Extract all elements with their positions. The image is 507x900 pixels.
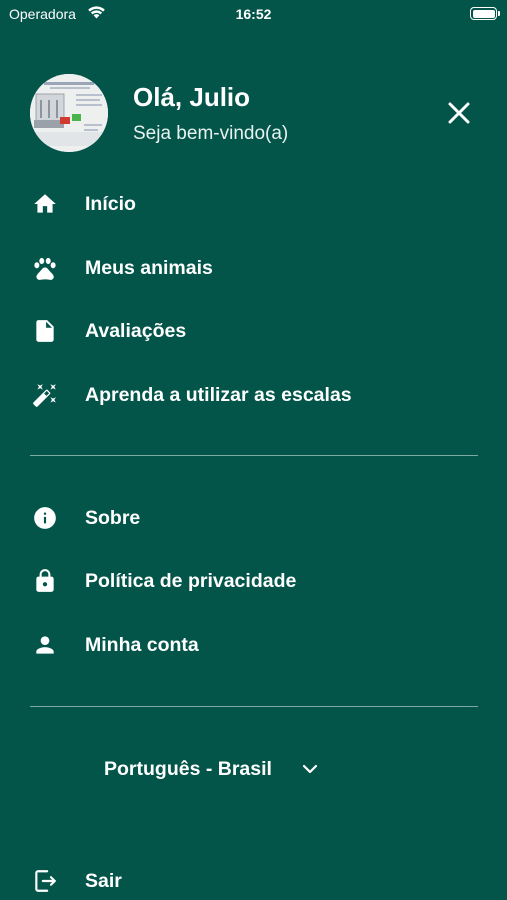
menu-item-label: Política de privacidade bbox=[85, 569, 297, 592]
language-select-value: Português - Brasil bbox=[104, 757, 272, 780]
divider bbox=[30, 706, 478, 707]
menu-item-meus-animais[interactable]: Meus animais bbox=[30, 248, 480, 288]
menu-item-inicio[interactable]: Início bbox=[30, 184, 480, 224]
welcome-subtitle: Seja bem-vindo(a) bbox=[133, 123, 289, 144]
home-icon bbox=[30, 189, 60, 219]
menu-item-label: Minha conta bbox=[85, 633, 199, 656]
logout-icon bbox=[30, 866, 60, 896]
logout-button[interactable]: Sair bbox=[30, 861, 480, 900]
menu-item-label: Sobre bbox=[85, 506, 141, 529]
menu-item-avaliacoes[interactable]: Avaliações bbox=[30, 311, 480, 351]
status-bar: Operadora 16:52 bbox=[0, 0, 507, 30]
menu-item-minha-conta[interactable]: Minha conta bbox=[30, 625, 480, 665]
menu-item-sobre[interactable]: Sobre bbox=[30, 498, 480, 538]
menu-item-label: Sair bbox=[85, 869, 122, 892]
battery-level bbox=[472, 9, 495, 18]
paw-icon bbox=[30, 253, 60, 283]
document-icon bbox=[30, 316, 60, 346]
avatar bbox=[30, 74, 108, 152]
menu-item-politica-privacidade[interactable]: Política de privacidade bbox=[30, 561, 480, 601]
battery-icon bbox=[470, 7, 500, 20]
language-select[interactable]: Português - Brasil bbox=[104, 753, 318, 785]
menu-item-label: Avaliações bbox=[85, 319, 187, 342]
info-icon bbox=[30, 503, 60, 533]
menu-item-label: Aprenda a utilizar as escalas bbox=[85, 383, 352, 406]
chevron-down-icon bbox=[302, 764, 318, 774]
close-button[interactable] bbox=[444, 98, 474, 128]
person-icon bbox=[30, 630, 60, 660]
menu-item-label: Início bbox=[85, 192, 136, 215]
menu-item-label: Meus animais bbox=[85, 256, 213, 279]
lock-icon bbox=[30, 566, 60, 596]
greeting-title: Olá, Julio bbox=[133, 82, 251, 112]
menu-item-aprenda-escalas[interactable]: Aprenda a utilizar as escalas bbox=[30, 375, 480, 415]
magic-wand-icon bbox=[30, 380, 60, 410]
status-time: 16:52 bbox=[235, 6, 272, 22]
divider bbox=[30, 455, 478, 456]
close-icon bbox=[448, 102, 470, 124]
